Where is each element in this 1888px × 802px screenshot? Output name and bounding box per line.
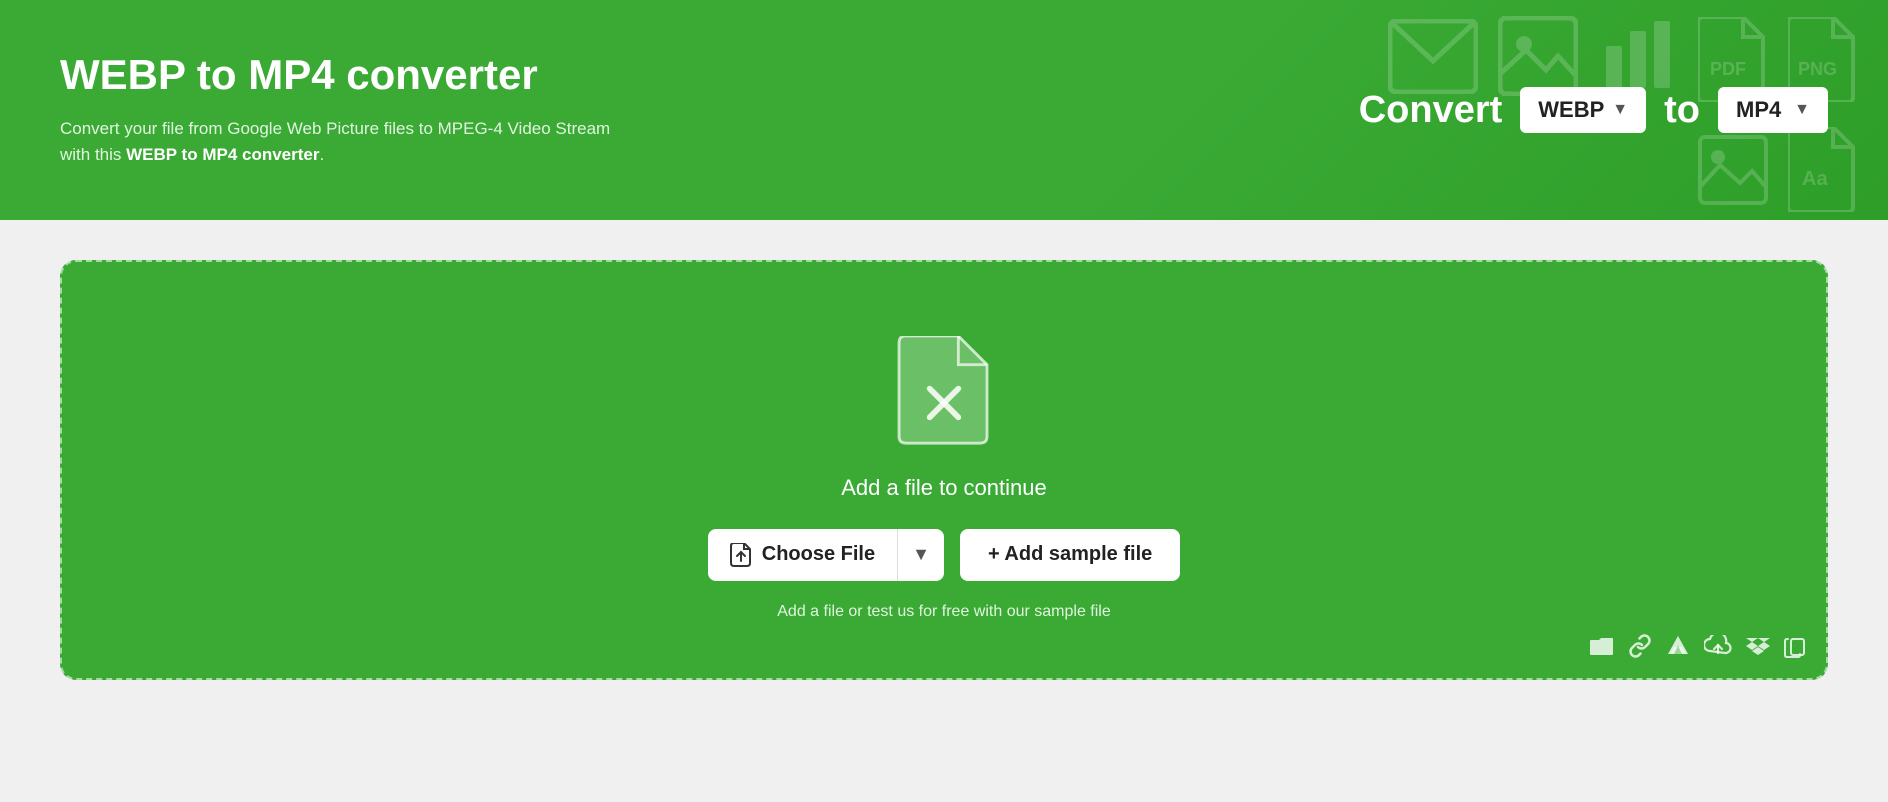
helper-text: Add a file or test us for free with our … bbox=[777, 603, 1110, 621]
to-label: to bbox=[1664, 89, 1700, 132]
bottom-icons-row bbox=[1590, 634, 1806, 664]
text-bg-icon: Aa bbox=[1788, 127, 1858, 220]
image2-bg-icon bbox=[1698, 135, 1768, 218]
convert-row: Convert WEBP ▼ to MP4 ▼ bbox=[1359, 87, 1828, 133]
link-icon[interactable] bbox=[1628, 634, 1652, 664]
copy-icon[interactable] bbox=[1784, 634, 1806, 664]
header-desc-bold: WEBP to MP4 converter bbox=[126, 145, 319, 164]
from-format-button[interactable]: WEBP ▼ bbox=[1520, 87, 1646, 133]
page-title: WEBP to MP4 converter bbox=[60, 52, 620, 98]
svg-text:Aa: Aa bbox=[1802, 168, 1828, 190]
choose-file-label: Choose File bbox=[762, 543, 875, 566]
add-file-text: Add a file to continue bbox=[841, 475, 1046, 501]
choose-file-button[interactable]: Choose File ▼ bbox=[708, 529, 944, 581]
folder-icon[interactable] bbox=[1590, 636, 1614, 662]
to-format-button[interactable]: MP4 ▼ bbox=[1718, 87, 1828, 133]
to-format-chevron-icon: ▼ bbox=[1794, 101, 1810, 119]
svg-text:PNG: PNG bbox=[1798, 59, 1837, 79]
dropbox-icon[interactable] bbox=[1746, 634, 1770, 664]
dropzone[interactable]: Add a file to continue Choose File ▼ bbox=[60, 260, 1828, 680]
cloud-upload-icon[interactable] bbox=[1704, 635, 1732, 663]
convert-label: Convert bbox=[1359, 89, 1503, 132]
main-content: Add a file to continue Choose File ▼ bbox=[0, 220, 1888, 720]
file-upload-icon bbox=[730, 543, 752, 567]
file-x-icon bbox=[894, 336, 994, 446]
header-left: WEBP to MP4 converter Convert your file … bbox=[60, 52, 620, 169]
choose-file-dropdown-icon[interactable]: ▼ bbox=[898, 530, 944, 579]
svg-text:PDF: PDF bbox=[1710, 59, 1746, 79]
file-icon-wrap bbox=[894, 336, 994, 451]
choose-file-main: Choose File bbox=[708, 529, 897, 581]
add-sample-file-button[interactable]: + Add sample file bbox=[960, 529, 1180, 581]
button-row: Choose File ▼ + Add sample file bbox=[708, 529, 1181, 581]
google-drive-icon[interactable] bbox=[1666, 634, 1690, 664]
add-sample-label: + Add sample file bbox=[988, 543, 1152, 566]
from-format-chevron-icon: ▼ bbox=[1612, 101, 1628, 119]
header: WEBP to MP4 converter Convert your file … bbox=[0, 0, 1888, 220]
header-description: Convert your file from Google Web Pictur… bbox=[60, 116, 620, 169]
from-format-label: WEBP bbox=[1538, 97, 1604, 123]
to-format-label: MP4 bbox=[1736, 97, 1781, 123]
